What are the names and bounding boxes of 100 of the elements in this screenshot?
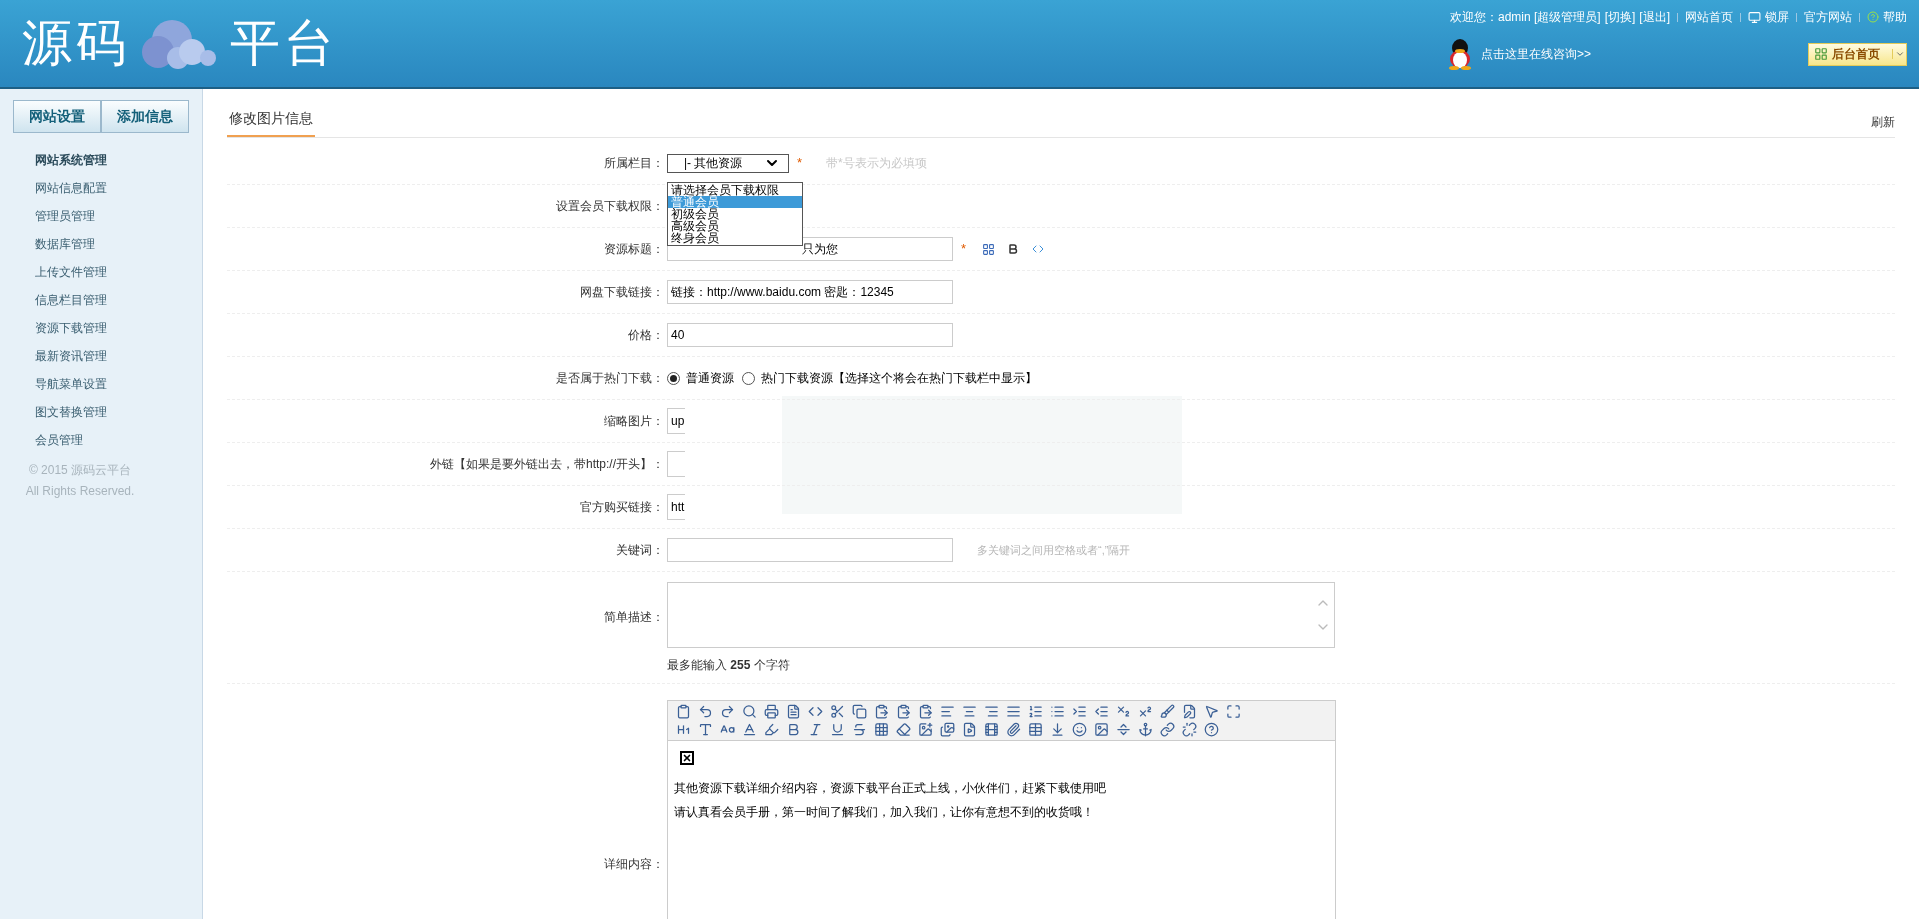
font-icon[interactable] [698, 721, 713, 737]
eraser-icon[interactable] [896, 721, 911, 737]
field-label: 外链【如果是要外链出去，带http://开头】： [429, 457, 664, 471]
field-label: 简单描述： [604, 610, 664, 624]
category-select[interactable]: |- 其他资源 [667, 153, 789, 173]
preview-icon[interactable] [742, 703, 757, 719]
unlink-icon[interactable] [1182, 721, 1197, 737]
text-input[interactable]: 链接：http://www.baidu.com 密匙：12345 [667, 280, 953, 304]
broken-image-icon [680, 750, 694, 765]
sidebar-link[interactable]: 会员管理 [35, 431, 202, 449]
logo-text: 平台 [230, 14, 338, 73]
caret-icon [1894, 49, 1905, 59]
field-label: 设置会员下载权限： [556, 199, 664, 213]
template-icon[interactable] [786, 703, 801, 719]
format-brush-icon[interactable] [1160, 703, 1175, 719]
line-height-icon[interactable] [874, 721, 889, 737]
permission-dropdown-menu[interactable]: 请选择会员下载权限 普通会员 初级会员 高级会员 终身会员 [667, 181, 803, 246]
align-justify-icon[interactable] [1006, 703, 1021, 719]
table-icon[interactable] [1028, 721, 1043, 737]
subscript-icon[interactable] [1116, 703, 1131, 719]
print-icon[interactable] [764, 703, 779, 719]
emoticon-icon[interactable] [1072, 721, 1087, 737]
paste-text-icon[interactable] [896, 703, 911, 719]
field-label: 资源标题： [604, 242, 664, 256]
page-title: 修改图片信息 [227, 108, 315, 137]
required-mark: * [797, 154, 803, 173]
rich-text-editor[interactable]: 其他资源下载详细介绍内容，资源下载平台正式上线，小伙伴们，赶紧下载使用吧 请认真看会员手册，第一时间了解我们，加入我们，让你有意想不到的收货哦！ [667, 699, 1336, 919]
sidebar-link[interactable]: 数据库管理 [35, 235, 202, 253]
sidebar-link[interactable]: 管理员管理 [35, 207, 202, 225]
ordered-list-icon[interactable] [1028, 703, 1043, 719]
sidebar-link[interactable]: 导航菜单设置 [35, 375, 202, 393]
strikethrough-icon[interactable] [852, 721, 867, 737]
sidebar-link[interactable]: 上传文件管理 [35, 263, 202, 281]
sidebar-tab[interactable]: 网站设置 [13, 100, 101, 133]
text-input[interactable]: 40 [667, 323, 953, 347]
text-color-icon[interactable] [742, 721, 757, 737]
bullet-list-icon[interactable] [1050, 703, 1065, 719]
align-center-icon[interactable] [962, 703, 977, 719]
sidebar-link[interactable]: 网站信息配置 [35, 179, 202, 197]
underline-icon[interactable] [830, 721, 845, 737]
sidebar-heading[interactable]: 网站系统管理 [35, 151, 202, 169]
video-icon[interactable] [984, 721, 999, 737]
outdent-icon[interactable] [1094, 703, 1109, 719]
text-input[interactable] [667, 538, 953, 562]
radio-button[interactable] [667, 371, 680, 385]
text-input[interactable] [667, 451, 685, 477]
listbox-option[interactable]: 初级会员 [668, 207, 802, 220]
field-label: 缩略图片： [604, 414, 664, 428]
indent-icon[interactable] [1072, 703, 1087, 719]
monitor-icon [1748, 10, 1761, 24]
insert-image-icon[interactable] [918, 721, 933, 737]
copy-icon[interactable] [852, 703, 867, 719]
text-input[interactable]: htt [667, 494, 685, 520]
color-picker-icon[interactable] [982, 242, 996, 256]
attachment-icon[interactable] [1006, 721, 1021, 737]
paste-word-icon[interactable] [918, 703, 933, 719]
fullscreen-icon[interactable] [1226, 703, 1241, 719]
sidebar-link[interactable]: 最新资讯管理 [35, 347, 202, 365]
listbox-option[interactable]: 高级会员 [668, 219, 802, 232]
multi-image-icon[interactable] [940, 721, 955, 737]
bold-icon[interactable] [1007, 243, 1020, 255]
cut-icon[interactable] [830, 703, 845, 719]
italic-icon[interactable] [808, 721, 823, 737]
highlight-icon[interactable] [764, 721, 779, 737]
admin-home-button[interactable]: 后台首页 [1808, 42, 1907, 66]
field-label: 所属栏目： [604, 156, 664, 170]
sidebar-tab[interactable]: 添加信息 [101, 100, 189, 133]
text-input[interactable]: up [667, 408, 685, 434]
online-consult-link[interactable]: 点击这里在线咨询>> [1481, 45, 1591, 63]
field-label: 是否属于热门下载： [556, 371, 664, 385]
listbox-option[interactable]: 请选择会员下载权限 [668, 183, 802, 196]
redo-icon[interactable] [720, 703, 735, 719]
sidebar-link[interactable]: 资源下载管理 [35, 319, 202, 337]
flash-icon[interactable] [962, 721, 977, 737]
field-label: 网盘下载链接： [580, 285, 664, 299]
paste-icon[interactable] [874, 703, 889, 719]
source-icon[interactable] [676, 703, 691, 719]
superscript-icon[interactable] [1138, 703, 1153, 719]
align-right-icon[interactable] [984, 703, 999, 719]
help-icon[interactable] [1204, 721, 1219, 737]
page-break-icon[interactable] [1116, 721, 1131, 737]
field-label: 关键词： [616, 543, 664, 557]
radio-button[interactable] [742, 371, 755, 385]
image-icon[interactable] [1094, 721, 1109, 737]
sidebar-link[interactable]: 图文替换管理 [35, 403, 202, 421]
help-icon [1867, 11, 1879, 23]
refresh-link[interactable]: 刷新 [1871, 113, 1895, 137]
edit-doc-icon[interactable] [1182, 703, 1197, 719]
char-limit-note: 最多能输入 255 个字符 [667, 657, 791, 674]
anchor-icon[interactable] [1138, 721, 1153, 737]
insert-line-icon[interactable] [1050, 721, 1065, 737]
copyright-text: All Rights Reserved. [25, 483, 135, 500]
select-all-icon[interactable] [1204, 703, 1219, 719]
bold-icon[interactable] [786, 721, 801, 737]
sidebar-link[interactable]: 信息栏目管理 [35, 291, 202, 309]
field-label: 官方购买链接： [580, 500, 664, 514]
code-icon[interactable] [1031, 243, 1046, 255]
link-icon[interactable] [1160, 721, 1175, 737]
undo-icon[interactable] [698, 703, 713, 719]
align-left-icon[interactable] [940, 703, 955, 719]
